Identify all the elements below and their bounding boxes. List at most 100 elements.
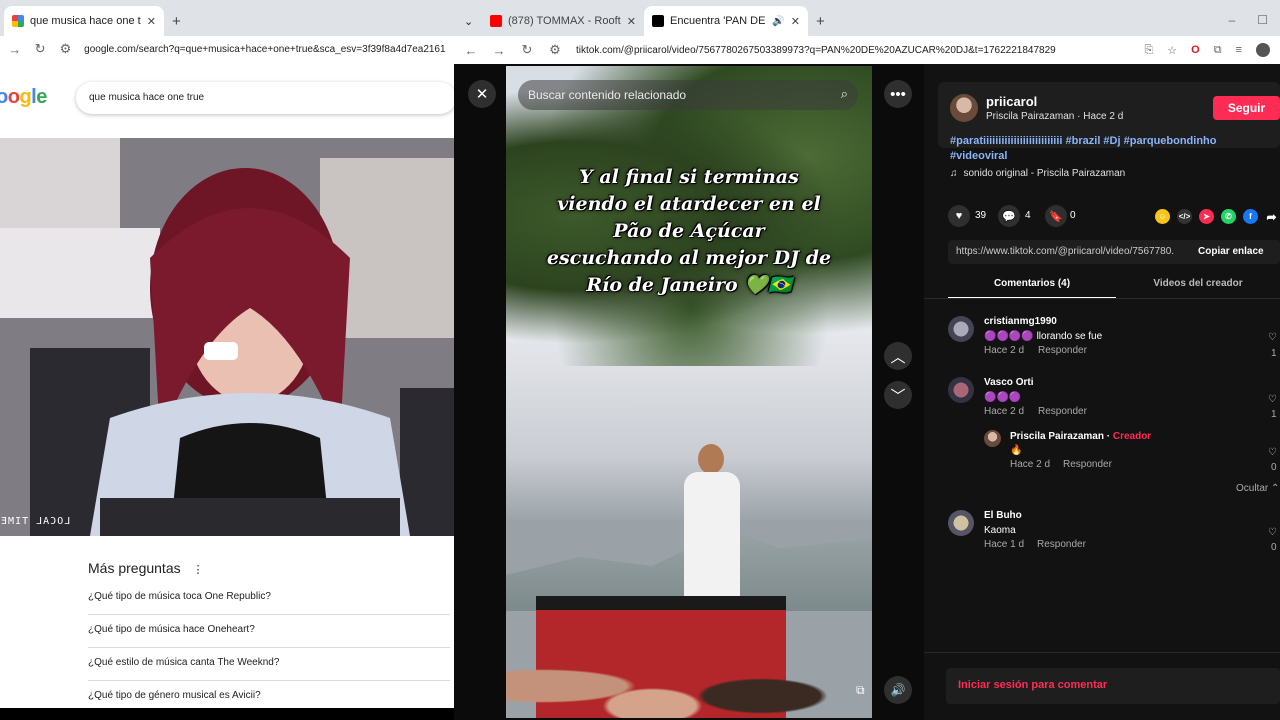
- save-count: 0: [1070, 210, 1076, 221]
- commenter-avatar[interactable]: [948, 510, 974, 536]
- plus-icon: +: [172, 12, 181, 30]
- close-tab-icon[interactable]: ✕: [627, 15, 636, 28]
- comment-like-button[interactable]: ♡: [1268, 447, 1277, 458]
- youtube-favicon-icon: [490, 15, 502, 27]
- send-icon[interactable]: ➤: [1199, 209, 1214, 224]
- speaker-icon[interactable]: 🔊: [772, 16, 784, 27]
- minimize-icon[interactable]: –: [1229, 13, 1236, 27]
- comment-like-button[interactable]: ♡: [1268, 332, 1277, 343]
- close-tab-icon[interactable]: ✕: [147, 15, 156, 28]
- whatsapp-icon[interactable]: ✆: [1221, 209, 1236, 224]
- tab-google-search[interactable]: que musica hace one true - Bus ✕: [4, 6, 164, 36]
- right-address-bar: ← → ↻ ⚙ tiktok.com/@priicarol/video/7567…: [454, 36, 1280, 64]
- commenter-avatar[interactable]: [948, 377, 974, 403]
- profile-avatar[interactable]: [1256, 43, 1270, 57]
- follow-button[interactable]: Seguir: [1213, 96, 1280, 120]
- commenter-avatar[interactable]: [984, 430, 1001, 447]
- commenter-avatar[interactable]: [948, 316, 974, 342]
- copy-link-button[interactable]: Copiar enlace: [1198, 246, 1264, 257]
- facebook-icon[interactable]: f: [1243, 209, 1258, 224]
- next-video-button[interactable]: ﹀: [884, 381, 912, 409]
- webcam-overlay: LOCAL TIME: [0, 138, 462, 536]
- heart-outline-icon: ♡: [1268, 527, 1277, 538]
- close-tab-icon[interactable]: ✕: [791, 15, 800, 28]
- more-options-button[interactable]: •••: [884, 80, 912, 108]
- url-field[interactable]: tiktok.com/@priicarol/video/756778026750…: [576, 45, 1096, 56]
- share-friends-icon[interactable]: ☺: [1155, 209, 1170, 224]
- like-button[interactable]: ♥: [948, 205, 970, 227]
- related-content-search-input[interactable]: Buscar contenido relacionado ⌕: [518, 80, 858, 110]
- question-item[interactable]: ¿Qué tipo de música hace Oneheart?: [88, 615, 450, 648]
- tab-youtube[interactable]: (878) TOMMAX - Rooftop Sessi ✕: [482, 6, 644, 36]
- more-options-icon[interactable]: ⋮: [193, 564, 204, 576]
- reload-icon[interactable]: ↻: [520, 42, 534, 58]
- author-username[interactable]: priicarol: [986, 94, 1037, 109]
- tiktok-video[interactable]: Y al final si terminas viendo el atardec…: [506, 66, 872, 718]
- search-input[interactable]: que musica hace one true: [76, 82, 454, 114]
- hide-replies-button[interactable]: Ocultar ⌃: [1236, 483, 1279, 494]
- reply-link[interactable]: Responder: [1038, 406, 1087, 417]
- picture-in-picture-icon[interactable]: ⧉: [856, 683, 865, 698]
- reply-link[interactable]: Responder: [1037, 539, 1086, 550]
- tab-search-button[interactable]: ⌄: [460, 6, 482, 36]
- previous-video-button[interactable]: ︿: [884, 342, 912, 370]
- question-item[interactable]: ¿Qué tipo de género musical es Avicii?: [88, 681, 450, 708]
- site-info-icon[interactable]: ⚙: [548, 42, 562, 58]
- close-icon: ✕: [475, 86, 489, 103]
- tab-creator-videos[interactable]: Videos del creador: [1116, 278, 1280, 289]
- comment-text: 🟣🟣🟣: [984, 392, 1022, 403]
- login-to-comment-button[interactable]: Iniciar sesión para comentar: [946, 668, 1280, 704]
- author-meta: Priscila Pairazaman · Hace 2 d: [986, 111, 1124, 122]
- comment-button[interactable]: 💬: [998, 205, 1020, 227]
- search-icon[interactable]: ⌕: [841, 86, 848, 102]
- new-tab-button[interactable]: +: [808, 6, 832, 36]
- crowd-phones: [506, 626, 872, 718]
- comment-time: Hace 2 d: [984, 345, 1025, 356]
- chevron-up-icon: ︿: [890, 348, 906, 366]
- divider: [924, 652, 1280, 653]
- comment-time: Hace 1 d: [984, 539, 1025, 550]
- comment-author[interactable]: cristianmg1990: [984, 316, 1057, 327]
- reply-link[interactable]: Responder: [1063, 459, 1112, 470]
- question-item[interactable]: ¿Qué tipo de música toca One Republic?: [88, 582, 450, 615]
- reply-link[interactable]: Responder: [1038, 345, 1087, 356]
- local-time-overlay: LOCAL TIME: [0, 516, 71, 527]
- reload-icon[interactable]: ↻: [33, 41, 46, 57]
- url-field[interactable]: google.com/search?q=que+musica+hace+one+…: [84, 44, 446, 55]
- tab-comments[interactable]: Comentarios (4): [948, 278, 1116, 299]
- install-app-icon[interactable]: ⎘: [1144, 44, 1153, 57]
- new-tab-button[interactable]: +: [164, 6, 188, 36]
- hashtags[interactable]: #paratiiiiiiiiiiiiiiiiiiiiiiiiii #brazil…: [950, 134, 1270, 164]
- question-item[interactable]: ¿Qué estilo de música canta The Weeknd?: [88, 648, 450, 681]
- comment-author[interactable]: El Buho: [984, 510, 1022, 521]
- embed-icon[interactable]: </>: [1177, 209, 1192, 224]
- share-arrow-icon[interactable]: ➦: [1264, 209, 1279, 224]
- opera-extension-icon[interactable]: O: [1191, 44, 1200, 56]
- comment-author[interactable]: Priscila Pairazaman · Creador: [1010, 431, 1151, 442]
- sound-link[interactable]: ♫ sonido original - Priscila Pairazaman: [950, 168, 1125, 179]
- site-info-icon[interactable]: ⚙: [59, 41, 72, 57]
- comment-author[interactable]: Vasco Orti: [984, 377, 1033, 388]
- heart-icon: ♥: [955, 210, 963, 222]
- bookmark-star-icon[interactable]: ☆: [1167, 44, 1177, 57]
- tab-tiktok[interactable]: Encuentra 'PAN DE AZUCAR 🔊 ✕: [644, 6, 808, 36]
- save-button[interactable]: 🔖: [1045, 205, 1067, 227]
- author-avatar[interactable]: [950, 94, 978, 122]
- like-count: 39: [975, 210, 987, 221]
- reading-list-icon[interactable]: ≡: [1236, 44, 1242, 56]
- close-video-button[interactable]: ✕: [468, 80, 496, 108]
- extensions-icon[interactable]: ⧉: [1214, 44, 1222, 57]
- maximize-icon[interactable]: ☐: [1257, 13, 1268, 27]
- comment-like-button[interactable]: ♡: [1268, 527, 1277, 538]
- forward-icon[interactable]: →: [492, 43, 506, 58]
- volume-button[interactable]: 🔊: [884, 676, 912, 704]
- comment-like-button[interactable]: ♡: [1268, 394, 1277, 405]
- comment-like-count: 0: [1271, 542, 1277, 553]
- comment-text: 🔥: [1010, 445, 1023, 456]
- tab-label: Encuentra 'PAN DE AZUCAR: [670, 15, 766, 27]
- post-link[interactable]: https://www.tiktok.com/@priicarol/video/…: [956, 246, 1174, 257]
- forward-icon[interactable]: →: [8, 42, 21, 57]
- tab-label: que musica hace one true - Bus: [30, 15, 141, 27]
- divider: [924, 298, 1280, 299]
- back-icon[interactable]: ←: [464, 43, 478, 58]
